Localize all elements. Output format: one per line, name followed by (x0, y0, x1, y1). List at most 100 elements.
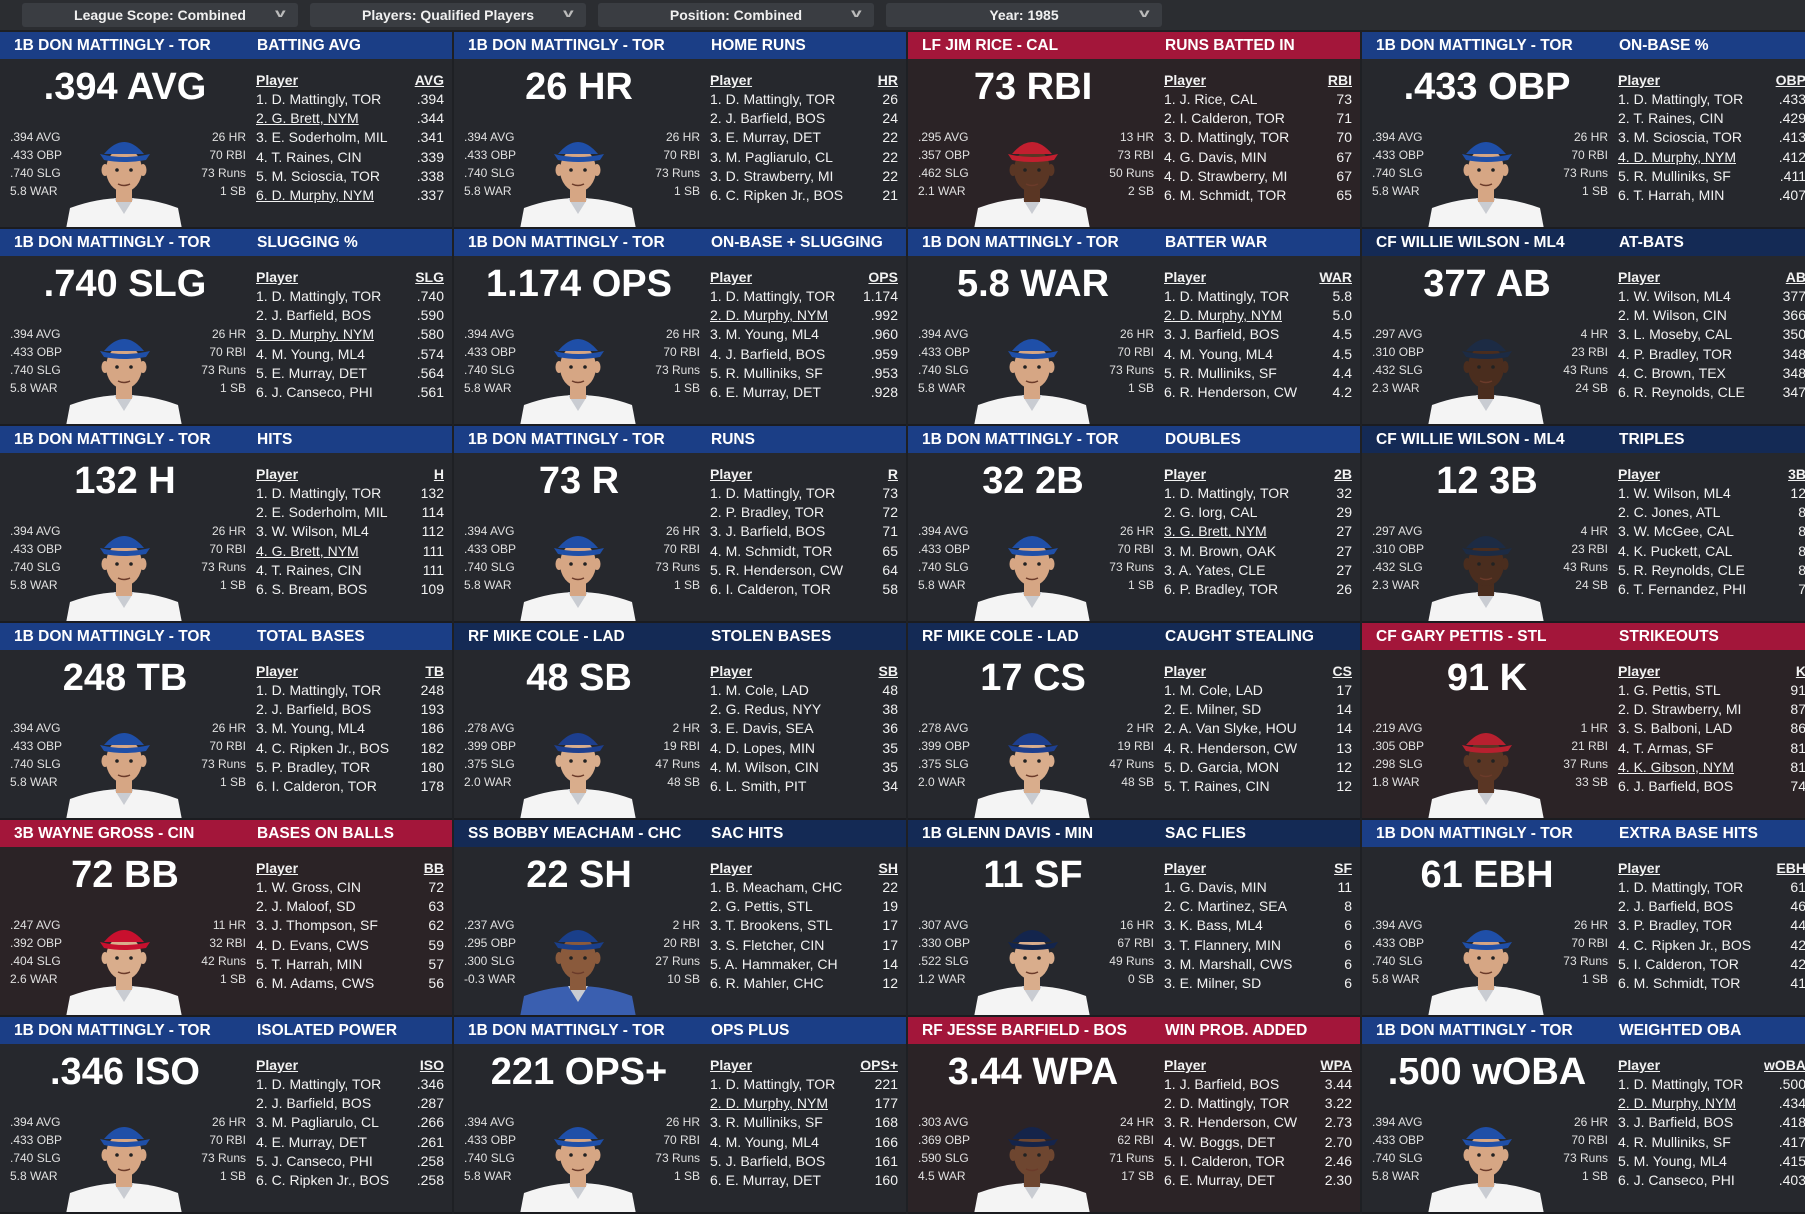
player-portrait-icon[interactable] (520, 321, 636, 426)
player-name[interactable]: 5. A. Hammaker, CH (710, 955, 850, 974)
leaderboard-row[interactable]: 5. R. Mulliniks, SF 4.4 (1164, 364, 1352, 383)
leader-card[interactable]: 1B GLENN DAVIS - MIN SAC FLIES 11 SF .307 A… (908, 820, 1360, 1017)
player-name[interactable]: 3. D. Mattingly, TOR (1164, 128, 1304, 147)
leaderboard-row[interactable]: 4. C. Ripken Jr., BOS 42 (1618, 936, 1805, 955)
player-portrait-icon[interactable] (974, 124, 1090, 229)
player-portrait-icon[interactable] (520, 124, 636, 229)
player-name[interactable]: 4. T. Raines, CIN (256, 561, 396, 580)
leader-card[interactable]: CF WILLIE WILSON - ML4 TRIPLES 12 3B .297 A… (1362, 426, 1805, 623)
player-name[interactable]: 6. P. Bradley, TOR (1164, 580, 1304, 599)
player-name[interactable]: 4. T. Armas, SF (1618, 739, 1758, 758)
player-name[interactable]: 4. G. Davis, MIN (1164, 148, 1304, 167)
player-column-header[interactable]: Player (256, 464, 298, 484)
stat-column-header[interactable]: HR (878, 70, 898, 90)
leaderboard-row[interactable]: 6. S. Bream, BOS 109 (256, 580, 444, 599)
leaderboard-row[interactable]: 6. I. Calderon, TOR 58 (710, 580, 898, 599)
player-name[interactable]: 2. A. Van Slyke, HOU (1164, 719, 1304, 738)
leader-name[interactable]: RF JESSE BARFIELD - BOS (908, 1022, 1163, 1040)
player-name[interactable]: 1. D. Mattingly, TOR (710, 90, 850, 109)
leaderboard-row[interactable]: 6. T. Harrah, MIN .407 (1618, 186, 1805, 205)
leaderboard-row[interactable]: 2. J. Maloof, SD 63 (256, 897, 444, 916)
player-column-header[interactable]: Player (1164, 858, 1206, 878)
leaderboard-row[interactable]: 1. D. Mattingly, TOR .394 (256, 90, 444, 109)
leaderboard-row[interactable]: 4. R. Henderson, CW 13 (1164, 739, 1352, 758)
player-name[interactable]: 1. D. Mattingly, TOR (1618, 90, 1758, 109)
leaderboard-row[interactable]: 3. J. Barfield, BOS 71 (710, 522, 898, 541)
leader-name[interactable]: RF MIKE COLE - LAD (908, 628, 1163, 646)
player-portrait-icon[interactable] (66, 715, 182, 820)
stat-column-header[interactable]: ISO (420, 1055, 444, 1075)
leaderboard-row[interactable]: 6. M. Adams, CWS 56 (256, 974, 444, 993)
player-name[interactable]: 1. D. Mattingly, TOR (256, 1075, 396, 1094)
leaderboard-row[interactable]: 4. T. Armas, SF 81 (1618, 739, 1805, 758)
leader-card[interactable]: RF JESSE BARFIELD - BOS WIN PROB. ADDED 3.… (908, 1017, 1360, 1214)
player-column-header[interactable]: Player (256, 1055, 298, 1075)
player-name[interactable]: 2. D. Murphy, NYM (1164, 306, 1304, 325)
stat-column-header[interactable]: SB (879, 661, 898, 681)
leaderboard-row[interactable]: 5. D. Garcia, MON 12 (1164, 758, 1352, 777)
player-column-header[interactable]: Player (710, 267, 752, 287)
player-name[interactable]: 3. R. Mulliniks, SF (710, 1113, 850, 1132)
player-name[interactable]: 3. M. Pagliarulo, CL (256, 1113, 396, 1132)
player-name[interactable]: 5. D. Garcia, MON (1164, 758, 1304, 777)
player-name[interactable]: 6. M. Schmidt, TOR (1164, 186, 1304, 205)
player-name[interactable]: 3. T. Brookens, STL (710, 916, 850, 935)
player-name[interactable]: 2. G. Pettis, STL (710, 897, 850, 916)
leaderboard-row[interactable]: 1. D. Mattingly, TOR .433 (1618, 90, 1805, 109)
leaderboard-row[interactable]: 4. T. Raines, CIN 111 (256, 561, 444, 580)
leaderboard-row[interactable]: 3. J. Barfield, BOS 4.5 (1164, 325, 1352, 344)
player-column-header[interactable]: Player (256, 858, 298, 878)
player-name[interactable]: 6. R. Mahler, CHC (710, 974, 850, 993)
league-scope-dropdown[interactable]: League Scope: Combined v (22, 3, 298, 27)
leaderboard-row[interactable]: 2. D. Murphy, NYM 5.0 (1164, 306, 1352, 325)
player-portrait-icon[interactable] (1428, 715, 1544, 820)
player-name[interactable]: 3. M. Young, ML4 (710, 325, 850, 344)
player-name[interactable]: 5. J. Canseco, PHI (256, 1152, 396, 1171)
leader-card[interactable]: 1B DON MATTINGLY - TOR ON-BASE % .433 OBP.… (1362, 32, 1805, 229)
leaderboard-row[interactable]: 2. G. Iorg, CAL 29 (1164, 503, 1352, 522)
player-name[interactable]: 4. K. Gibson, NYM (1618, 758, 1758, 777)
leaderboard-row[interactable]: 4. K. Gibson, NYM 81 (1618, 758, 1805, 777)
leaderboard-row[interactable]: 1. B. Meacham, CHC 22 (710, 878, 898, 897)
player-name[interactable]: 3. A. Yates, CLE (1164, 561, 1304, 580)
player-name[interactable]: 2. E. Soderholm, MIL (256, 503, 396, 522)
player-column-header[interactable]: Player (1618, 267, 1660, 287)
player-name[interactable]: 2. C. Jones, ATL (1618, 503, 1758, 522)
leader-name[interactable]: 3B WAYNE GROSS - CIN (0, 825, 255, 843)
player-column-header[interactable]: Player (1618, 70, 1660, 90)
leader-name[interactable]: 1B DON MATTINGLY - TOR (454, 37, 709, 55)
stat-column-header[interactable]: AVG (415, 70, 444, 90)
player-name[interactable]: 3. K. Bass, ML4 (1164, 916, 1304, 935)
player-name[interactable]: 3. R. Henderson, CW (1164, 1113, 1304, 1132)
leaderboard-row[interactable]: 2. D. Strawberry, MI 87 (1618, 700, 1805, 719)
leaderboard-row[interactable]: 1. D. Mattingly, TOR 61 (1618, 878, 1805, 897)
leaderboard-row[interactable]: 3. W. McGee, CAL 8 (1618, 522, 1805, 541)
stat-column-header[interactable]: BB (424, 858, 444, 878)
leaderboard-row[interactable]: 2. J. Barfield, BOS .287 (256, 1094, 444, 1113)
leader-name[interactable]: RF MIKE COLE - LAD (454, 628, 709, 646)
leaderboard-row[interactable]: 5. E. Murray, DET .564 (256, 364, 444, 383)
player-name[interactable]: 4. W. Boggs, DET (1164, 1133, 1304, 1152)
leaderboard-row[interactable]: 4. T. Raines, CIN .339 (256, 148, 444, 167)
player-name[interactable]: 5. J. Barfield, BOS (710, 1152, 850, 1171)
leader-name[interactable]: 1B GLENN DAVIS - MIN (908, 825, 1163, 843)
leader-card[interactable]: LF JIM RICE - CAL RUNS BATTED IN 73 RBI .29… (908, 32, 1360, 229)
player-portrait-icon[interactable] (974, 321, 1090, 426)
leaderboard-row[interactable]: 5. I. Calderon, TOR 2.46 (1164, 1152, 1352, 1171)
player-name[interactable]: 2. M. Wilson, CIN (1618, 306, 1758, 325)
player-name[interactable]: 1. D. Mattingly, TOR (710, 287, 850, 306)
leaderboard-row[interactable]: 1. W. Wilson, ML4 377 (1618, 287, 1805, 306)
player-column-header[interactable]: Player (256, 661, 298, 681)
player-column-header[interactable]: Player (710, 1055, 752, 1075)
leaderboard-row[interactable]: 5. P. Bradley, TOR 180 (256, 758, 444, 777)
leaderboard-row[interactable]: 2. D. Murphy, NYM .434 (1618, 1094, 1805, 1113)
leaderboard-row[interactable]: 2. G. Pettis, STL 19 (710, 897, 898, 916)
player-portrait-icon[interactable] (66, 1109, 182, 1214)
player-name[interactable]: 2. P. Bradley, TOR (710, 503, 850, 522)
player-name[interactable]: 6. T. Harrah, MIN (1618, 186, 1758, 205)
leader-card[interactable]: CF GARY PETTIS - STL STRIKEOUTS 91 K .219 A… (1362, 623, 1805, 820)
player-name[interactable]: 4. T. Raines, CIN (256, 148, 396, 167)
leaderboard-row[interactable]: 1. M. Cole, LAD 48 (710, 681, 898, 700)
player-portrait-icon[interactable] (1428, 321, 1544, 426)
leaderboard-row[interactable]: 1. D. Mattingly, TOR .500 (1618, 1075, 1805, 1094)
